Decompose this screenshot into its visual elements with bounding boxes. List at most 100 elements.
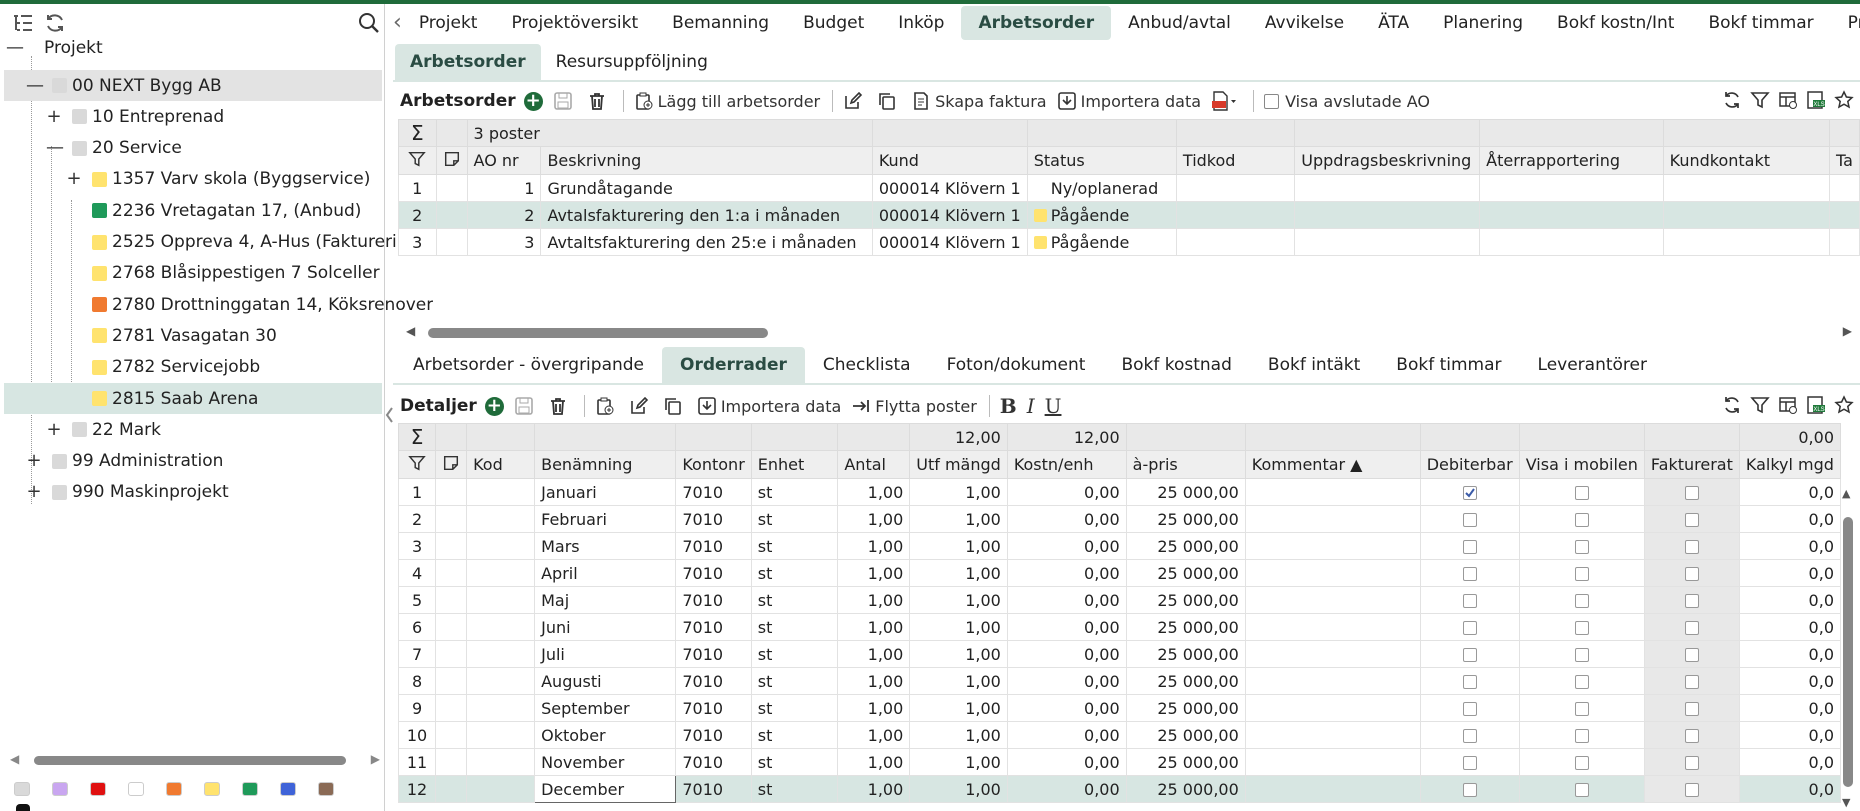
fakturerat-checkbox[interactable] <box>1684 621 1699 635</box>
clipboard-add-button[interactable] <box>595 396 619 416</box>
expand-toggle-icon[interactable]: + <box>66 170 82 188</box>
debiterbar-checkbox[interactable] <box>1462 648 1477 662</box>
kod-cell[interactable] <box>466 478 536 506</box>
ao-horizontal-scrollbar[interactable]: ◀ ▶ <box>398 324 1860 340</box>
kommentar-cell[interactable] <box>1244 478 1421 506</box>
kalkyl-mgd-cell[interactable]: 0,0 <box>1738 775 1841 803</box>
debiterbar-checkbox[interactable] <box>1462 486 1477 500</box>
scroll-thumb[interactable] <box>34 756 346 765</box>
tab-8[interactable]: ÄTA <box>1361 6 1426 40</box>
table-row[interactable]: 9 September 7010st 1,00 1,00 0,00 25 000,00 0,0 <box>398 694 1841 722</box>
kontonr-cell[interactable]: 7010 <box>675 640 752 668</box>
visa-i-mobilen-checkbox[interactable] <box>1574 567 1589 581</box>
column-header[interactable]: Kalkyl mgd <box>1738 450 1841 479</box>
enhet-cell[interactable]: st <box>750 586 839 614</box>
antal-cell[interactable]: 1,00 <box>837 667 911 695</box>
table-row[interactable]: 2 2 Avtalsfakturering den 1:a i månaden 000… <box>398 201 1860 229</box>
kostn-enh-cell[interactable]: 0,00 <box>1006 505 1127 533</box>
fakturerat-checkbox[interactable] <box>1684 783 1699 797</box>
kostn-enh-cell[interactable]: 0,00 <box>1006 748 1127 776</box>
a-pris-cell[interactable]: 25 000,00 <box>1125 640 1246 668</box>
column-header[interactable]: Kontonr <box>675 450 752 479</box>
column-header[interactable]: Uppdragsbeskrivning <box>1294 146 1481 175</box>
fakturerat-checkbox[interactable] <box>1684 594 1699 608</box>
kostn-enh-cell[interactable]: 0,00 <box>1006 586 1127 614</box>
visa-i-mobilen-checkbox[interactable] <box>1574 783 1589 797</box>
visa-i-mobilen-checkbox[interactable] <box>1574 513 1589 527</box>
kod-cell[interactable] <box>466 505 536 533</box>
benamning-cell[interactable]: Augusti <box>534 667 677 695</box>
import-rows-button[interactable]: Importera data <box>697 396 841 416</box>
utf-mangd-cell[interactable]: 1,00 <box>909 559 1008 587</box>
a-pris-cell[interactable]: 25 000,00 <box>1125 721 1246 749</box>
fakturerat-checkbox[interactable] <box>1684 729 1699 743</box>
visa-i-mobilen-checkbox[interactable] <box>1574 702 1589 716</box>
row-cell[interactable] <box>1175 201 1296 229</box>
column-header[interactable]: Kostn/enh <box>1006 450 1127 479</box>
visa-i-mobilen-checkbox[interactable] <box>1574 621 1589 635</box>
utf-mangd-cell[interactable]: 1,00 <box>909 613 1008 641</box>
kostn-enh-cell[interactable]: 0,00 <box>1006 721 1127 749</box>
kommentar-cell[interactable] <box>1244 586 1421 614</box>
table-row[interactable]: 6 Juni 7010st 1,00 1,00 0,00 25 000,00 0,0 <box>398 613 1841 641</box>
detail-tab-0[interactable]: Arbetsorder - övergripande <box>395 347 662 383</box>
debiterbar-checkbox[interactable] <box>1462 621 1477 635</box>
kod-cell[interactable] <box>466 640 536 668</box>
row-cell[interactable] <box>1294 174 1481 202</box>
column-header[interactable]: à-pris <box>1125 450 1246 479</box>
scroll-thumb[interactable] <box>1843 517 1853 787</box>
columns-settings-icon[interactable] <box>1778 90 1798 110</box>
column-header[interactable]: Kundkontakt <box>1662 146 1830 175</box>
antal-cell[interactable]: 1,00 <box>837 694 911 722</box>
fakturerat-checkbox[interactable] <box>1684 648 1699 662</box>
delete-row-button[interactable] <box>548 396 572 416</box>
tree-item[interactable]: 2781 Vasagatan 30 <box>4 320 382 351</box>
row-cell[interactable] <box>1479 174 1664 202</box>
column-header[interactable]: Fakturerat <box>1643 450 1740 479</box>
column-header[interactable]: Debiterbar <box>1419 450 1520 479</box>
a-pris-cell[interactable]: 25 000,00 <box>1125 559 1246 587</box>
create-invoice-button[interactable]: Skapa faktura <box>911 91 1047 111</box>
color-swatch[interactable] <box>318 782 334 796</box>
kostn-enh-cell[interactable]: 0,00 <box>1006 613 1127 641</box>
kontonr-cell[interactable]: 7010 <box>675 613 752 641</box>
kommentar-cell[interactable] <box>1244 505 1421 533</box>
kontonr-cell[interactable]: 7010 <box>675 505 752 533</box>
column-header[interactable]: Benämning <box>534 450 677 479</box>
visa-i-mobilen-checkbox[interactable] <box>1574 729 1589 743</box>
row-cell[interactable] <box>1828 174 1860 202</box>
kostn-enh-cell[interactable]: 0,00 <box>1006 775 1127 803</box>
column-header[interactable]: Visa i mobilen <box>1518 450 1645 479</box>
debiterbar-checkbox[interactable] <box>1462 675 1477 689</box>
fakturerat-checkbox[interactable] <box>1684 567 1699 581</box>
panel-splitter[interactable] <box>385 400 393 430</box>
tree-item[interactable]: +22 Mark <box>4 414 382 445</box>
visa-i-mobilen-checkbox[interactable] <box>1574 540 1589 554</box>
a-pris-cell[interactable]: 25 000,00 <box>1125 478 1246 506</box>
row-cell[interactable] <box>1175 174 1296 202</box>
description-cell[interactable]: Grundåtagande <box>540 174 873 202</box>
benamning-cell[interactable]: September <box>534 694 677 722</box>
color-swatch[interactable] <box>52 782 68 796</box>
detail-tab-5[interactable]: Bokf intäkt <box>1250 347 1378 383</box>
table-row[interactable]: 1 1 Grundåtagande 000014 Klövern 1 Ny/oplane… <box>398 174 1860 202</box>
kostn-enh-cell[interactable]: 0,00 <box>1006 667 1127 695</box>
antal-cell[interactable]: 1,00 <box>837 748 911 776</box>
row-cell[interactable] <box>1828 228 1860 256</box>
benamning-cell[interactable]: Mars <box>534 532 677 560</box>
kommentar-cell[interactable] <box>1244 532 1421 560</box>
table-row[interactable]: 3 Mars 7010st 1,00 1,00 0,00 25 000,00 0,0 <box>398 532 1841 560</box>
antal-cell[interactable]: 1,00 <box>837 613 911 641</box>
description-cell[interactable]: Avtaltsfakturering den 25:e i månaden <box>540 228 873 256</box>
kontonr-cell[interactable]: 7010 <box>675 694 752 722</box>
customer-cell[interactable]: 000014 Klövern 1 <box>871 228 1028 256</box>
enhet-cell[interactable]: st <box>750 748 839 776</box>
filter-icon[interactable] <box>1750 395 1770 415</box>
filter-icon[interactable] <box>398 146 437 175</box>
column-header[interactable]: Antal <box>837 450 911 479</box>
detail-tab-3[interactable]: Foton/dokument <box>929 347 1104 383</box>
table-row[interactable]: 7 Juli 7010st 1,00 1,00 0,00 25 000,00 0,0 <box>398 640 1841 668</box>
kostn-enh-cell[interactable]: 0,00 <box>1006 559 1127 587</box>
tab-9[interactable]: Planering <box>1426 6 1540 40</box>
kalkyl-mgd-cell[interactable]: 0,0 <box>1738 559 1841 587</box>
